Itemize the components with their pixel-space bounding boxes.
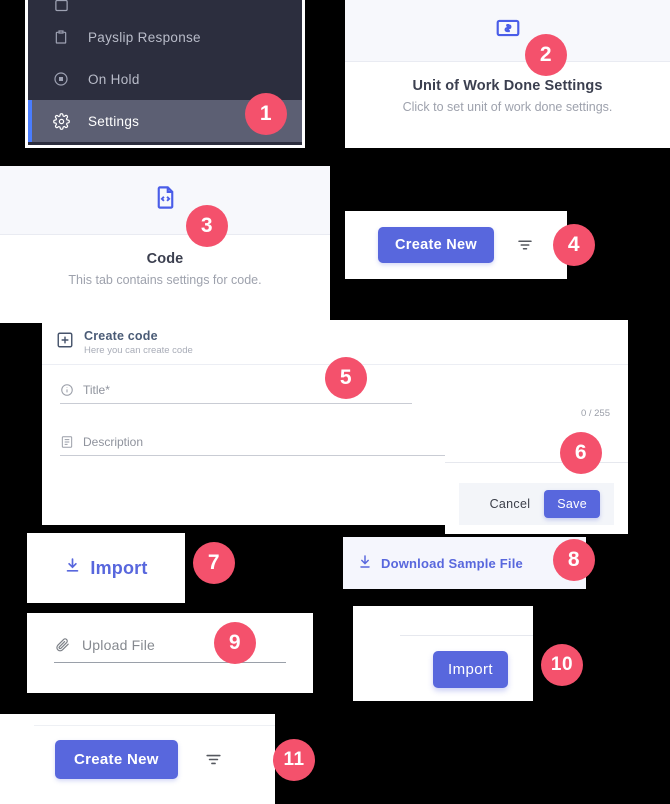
import-panel-divider — [400, 635, 533, 636]
import-link-button[interactable]: Import — [27, 533, 185, 603]
step-badge-8: 8 — [553, 539, 595, 581]
upload-file-panel: Upload File — [27, 613, 313, 693]
unit-card-subtitle: Click to set unit of work done settings. — [402, 100, 613, 114]
gear-icon — [48, 110, 74, 132]
save-button[interactable]: Save — [544, 490, 600, 518]
step-badge-6: 6 — [560, 432, 602, 474]
footer-action-bar: Cancel Save — [459, 483, 614, 525]
code-file-icon — [152, 184, 179, 216]
step-badge-4: 4 — [553, 224, 595, 266]
info-circle-icon — [60, 383, 74, 397]
unit-card-body: Unit of Work Done Settings Click to set … — [345, 62, 670, 114]
unit-of-work-card[interactable]: Unit of Work Done Settings Click to set … — [345, 0, 670, 148]
upload-file-label: Upload File — [82, 636, 156, 653]
code-card-header — [0, 166, 330, 235]
create-new-button[interactable]: Create New — [378, 227, 494, 263]
title-character-counter: 0 / 255 — [580, 408, 610, 419]
unit-card-header — [345, 0, 670, 62]
pause-circle-icon — [48, 68, 74, 90]
toolbar-divider — [34, 725, 275, 726]
create-new-toolbar-secondary: Create New — [0, 714, 275, 804]
step-badge-10: 10 — [541, 644, 583, 686]
filter-icon-secondary[interactable] — [204, 750, 223, 769]
step-badge-11: 11 — [273, 739, 315, 781]
step-badge-7: 7 — [193, 542, 235, 584]
download-sample-file-label: Download Sample File — [381, 555, 523, 571]
sidebar-item-on-hold-label: On Hold — [88, 71, 140, 87]
download-sample-panel: Download Sample File — [343, 537, 586, 589]
step-badge-1: 1 — [245, 93, 287, 135]
money-bill-icon — [495, 15, 521, 46]
list-icon — [48, 0, 74, 16]
sidebar-item-payslip-response[interactable]: Payslip Response — [28, 16, 302, 58]
import-submit-button[interactable]: Import — [433, 651, 508, 688]
plus-box-icon — [56, 331, 74, 354]
form-footer-panel: Cancel Save — [445, 428, 628, 534]
form-title: Create code — [84, 329, 158, 343]
code-card-body: Code This tab contains settings for code… — [0, 235, 330, 287]
description-field-placeholder: Description — [83, 435, 144, 449]
code-card-title: Code — [146, 251, 184, 267]
create-new-toolbar: Create New — [345, 211, 567, 279]
sidebar-item-payslip-response-label: Payslip Response — [88, 29, 201, 45]
annotated-walkthrough-canvas: Payslip Response On Hold Settings 1 Unit… — [0, 0, 670, 804]
footer-divider — [445, 462, 628, 463]
title-field-placeholder: Title* — [83, 383, 110, 397]
step-badge-2: 2 — [525, 34, 567, 76]
toolbar-row: Create New — [345, 211, 567, 279]
description-icon — [60, 435, 74, 449]
download-sample-file-button[interactable]: Download Sample File — [343, 537, 586, 589]
form-header: Create code Here you can create code — [42, 320, 628, 365]
step-badge-5: 5 — [325, 357, 367, 399]
download-icon — [64, 557, 81, 579]
import-action-panel: Import — [353, 606, 533, 701]
unit-card-title: Unit of Work Done Settings — [412, 78, 603, 94]
code-card[interactable]: Code This tab contains settings for code… — [0, 166, 330, 323]
import-link-label: Import — [90, 557, 148, 578]
cancel-button[interactable]: Cancel — [490, 497, 531, 511]
sidebar-item-partial[interactable] — [28, 0, 302, 16]
step-badge-3: 3 — [186, 205, 228, 247]
filter-icon[interactable] — [516, 236, 534, 254]
paperclip-icon — [54, 636, 71, 653]
download-arrow-icon — [357, 554, 373, 573]
clipboard-icon — [48, 26, 74, 48]
sidebar-item-settings-label: Settings — [88, 113, 140, 129]
step-badge-9: 9 — [214, 622, 256, 664]
code-card-subtitle: This tab contains settings for code. — [68, 273, 262, 287]
toolbar-row-secondary: Create New — [0, 714, 275, 804]
form-subtitle: Here you can create code — [84, 345, 193, 356]
form-header-text: Create code Here you can create code — [84, 329, 193, 356]
create-new-button-secondary[interactable]: Create New — [55, 739, 178, 779]
import-link-panel: Import — [27, 533, 185, 603]
